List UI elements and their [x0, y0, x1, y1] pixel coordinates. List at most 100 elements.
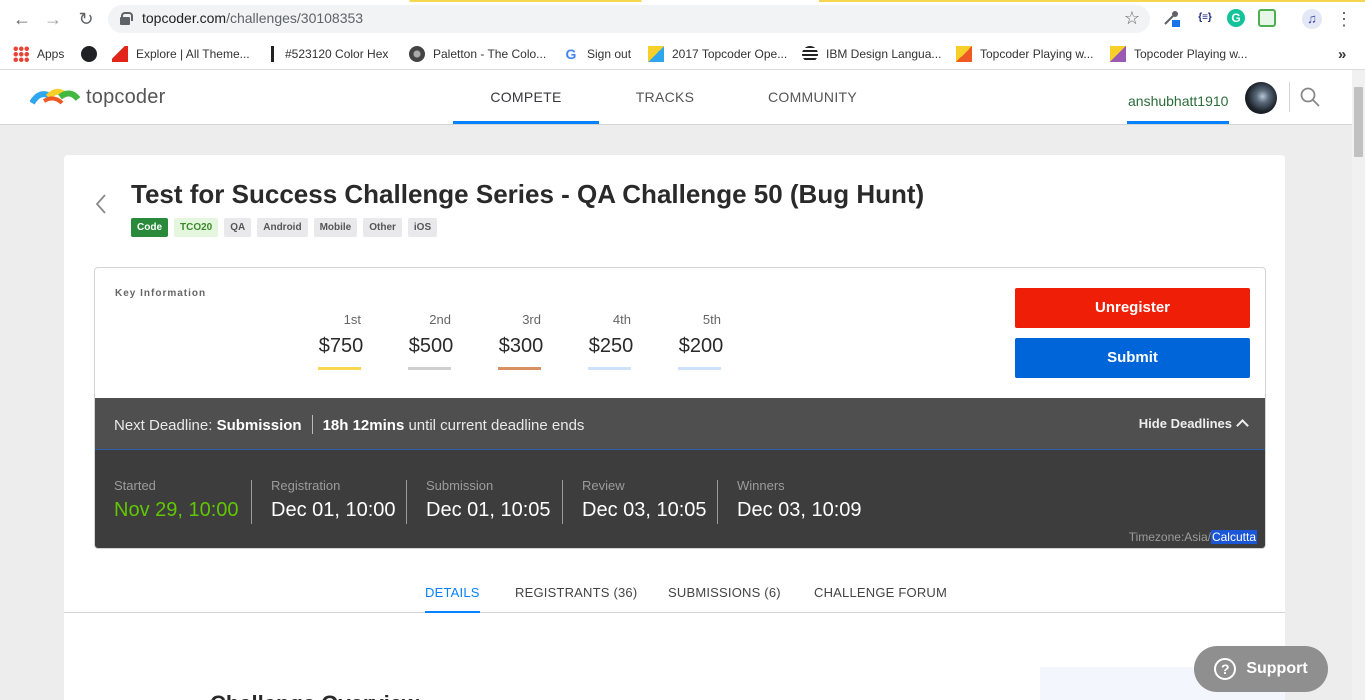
nav-tracks[interactable]: TRACKS — [610, 70, 720, 124]
prize-1st: 1st $750 — [311, 312, 371, 370]
challenge-card: Test for Success Challenge Series - QA C… — [64, 155, 1285, 700]
bookmark-explore-themes[interactable]: Explore | All Theme... — [112, 44, 250, 64]
phase-divider — [251, 480, 252, 524]
deadline-phase: Submission — [216, 417, 302, 434]
eyedropper-extension-icon[interactable] — [1162, 9, 1180, 27]
avatar[interactable] — [1245, 82, 1277, 114]
prize-color-bar — [318, 367, 361, 370]
challenge-overview-heading: Challenge Overview — [210, 691, 419, 700]
tag-mobile[interactable]: Mobile — [313, 218, 358, 237]
scrollbar-thumb[interactable] — [1354, 87, 1363, 157]
bookmark-topcoder-playing-1[interactable]: Topcoder Playing w... — [956, 44, 1093, 64]
next-deadline-bar: Next Deadline: Submission 18h 12mins unti… — [95, 398, 1265, 450]
phase-review: Review Dec 03, 10:05 — [582, 478, 707, 522]
deadline-suffix: until current deadline ends — [408, 417, 585, 434]
profile-icon[interactable]: ♫ — [1302, 9, 1322, 29]
phase-label: Winners — [737, 478, 785, 493]
tab-registrants[interactable]: REGISTRANTS (36) — [515, 585, 637, 613]
tag-ios[interactable]: iOS — [407, 218, 438, 237]
submit-button[interactable]: Submit — [1015, 338, 1250, 378]
prize-place: 1st — [343, 312, 361, 327]
phase-divider — [562, 480, 563, 524]
phase-date: Dec 03, 10:05 — [582, 499, 707, 521]
prize-amount: $300 — [498, 335, 544, 357]
topcoder-logo[interactable]: topcoder — [30, 86, 165, 109]
deadline-timeline: Started Nov 29, 10:00 Registration Dec 0… — [95, 450, 1265, 548]
prize-place: 5th — [702, 312, 721, 327]
tab-submissions[interactable]: SUBMISSIONS (6) — [668, 585, 781, 613]
phase-divider — [717, 480, 718, 524]
search-icon[interactable] — [1300, 87, 1320, 107]
unregister-button[interactable]: Unregister — [1015, 288, 1250, 328]
kebab-menu-icon[interactable]: ⋮ — [1334, 9, 1354, 29]
topcoder-flag-icon — [648, 46, 664, 62]
nav-compete[interactable]: COMPETE — [453, 70, 599, 124]
prize-amount: $500 — [408, 335, 454, 357]
bookmark-sign-out[interactable]: G Sign out — [563, 44, 632, 64]
timezone-city-selected: Calcutta — [1210, 530, 1257, 544]
hide-deadlines-toggle[interactable]: Hide Deadlines — [1138, 416, 1249, 432]
support-button[interactable]: ? Support — [1194, 646, 1328, 692]
bookmark-color-hex[interactable]: #523120 Color Hex — [266, 44, 388, 64]
help-icon: ? — [1214, 658, 1237, 680]
username-link[interactable]: anshubhatt1910 — [1127, 70, 1230, 124]
tag-android[interactable]: Android — [257, 218, 308, 237]
tab-details[interactable]: DETAILS — [425, 585, 480, 613]
bookmark-ibm-design[interactable]: IBM Design Langua... — [802, 44, 941, 64]
key-information-box: Key Information 1st $750 2nd $500 3rd $3… — [94, 267, 1266, 549]
next-deadline-text: Next Deadline: Submission 18h 12mins unti… — [114, 415, 584, 434]
hide-deadlines-label: Hide Deadlines — [1138, 416, 1232, 431]
tag-other[interactable]: Other — [363, 218, 402, 237]
reload-icon[interactable]: ↻ — [76, 9, 96, 29]
inbox-extension-icon[interactable] — [1258, 9, 1276, 27]
phase-label: Submission — [426, 478, 494, 493]
prize-amount: $200 — [678, 335, 724, 357]
phase-date: Dec 03, 10:09 — [737, 499, 862, 521]
challenge-tabs: DETAILS REGISTRANTS (36) SUBMISSIONS (6)… — [64, 578, 1285, 613]
browser-toolbar: ← → ↻ topcoder.com/challenges/30108353 ☆… — [0, 0, 1365, 38]
support-label: Support — [1246, 660, 1308, 677]
ibm-icon — [802, 46, 818, 62]
bookmark-star-icon[interactable]: ☆ — [1124, 8, 1140, 29]
back-chevron-icon[interactable] — [94, 193, 108, 215]
bookmark-topcoder-playing-2[interactable]: Topcoder Playing w... — [1110, 44, 1247, 64]
more-bookmarks-button[interactable]: » — [1338, 44, 1346, 64]
tab-challenge-forum[interactable]: CHALLENGE FORUM — [814, 585, 947, 613]
challenge-tags: Code TCO20 QA Android Mobile Other iOS — [131, 218, 443, 237]
phase-label: Registration — [271, 478, 341, 493]
tag-qa[interactable]: QA — [224, 218, 252, 237]
grammarly-icon[interactable]: G — [1227, 9, 1245, 27]
phase-winners: Winners Dec 03, 10:09 — [737, 478, 862, 522]
phase-submission: Submission Dec 01, 10:05 — [426, 478, 551, 522]
bookmark-topcoder-open[interactable]: 2017 Topcoder Ope... — [648, 44, 787, 64]
tag-code[interactable]: Code — [131, 218, 168, 237]
page-load-progress — [0, 0, 1365, 2]
chevron-up-icon — [1236, 419, 1249, 432]
deadline-prefix: Next Deadline: — [114, 417, 213, 434]
page-scrollbar[interactable] — [1352, 70, 1365, 700]
back-arrow-icon[interactable]: ← — [12, 9, 32, 29]
color-hex-icon — [271, 46, 274, 62]
url-text: topcoder.com/challenges/30108353 — [142, 10, 364, 26]
address-bar[interactable]: topcoder.com/challenges/30108353 ☆ — [108, 5, 1150, 33]
timezone-label: Timezone:Asia/Calcutta — [1128, 530, 1257, 544]
globe-icon — [81, 46, 97, 62]
bookmarks-bar: Apps Explore | All Theme... #523120 Colo… — [0, 38, 1365, 70]
prize-place: 3rd — [522, 312, 541, 327]
phase-label: Started — [114, 478, 156, 493]
bookmark-globe[interactable] — [81, 44, 97, 64]
topcoder-flag-icon — [1110, 46, 1126, 62]
json-extension-icon[interactable]: {≡} — [1194, 9, 1216, 27]
bookmark-paletton[interactable]: Paletton - The Colo... — [409, 44, 546, 64]
prize-place: 4th — [612, 312, 631, 327]
prize-color-bar — [498, 367, 541, 370]
nav-community[interactable]: COMMUNITY — [755, 70, 870, 124]
tag-tco20[interactable]: TCO20 — [174, 218, 219, 237]
prize-amount: $750 — [318, 335, 364, 357]
google-icon: G — [565, 46, 577, 62]
site-header: topcoder COMPETE TRACKS COMMUNITY anshub… — [0, 70, 1352, 125]
forward-arrow-icon[interactable]: → — [43, 9, 63, 29]
topcoder-flag-icon — [956, 46, 972, 62]
bookmark-apps[interactable]: Apps — [13, 44, 64, 64]
phase-date: Dec 01, 10:00 — [271, 499, 396, 521]
